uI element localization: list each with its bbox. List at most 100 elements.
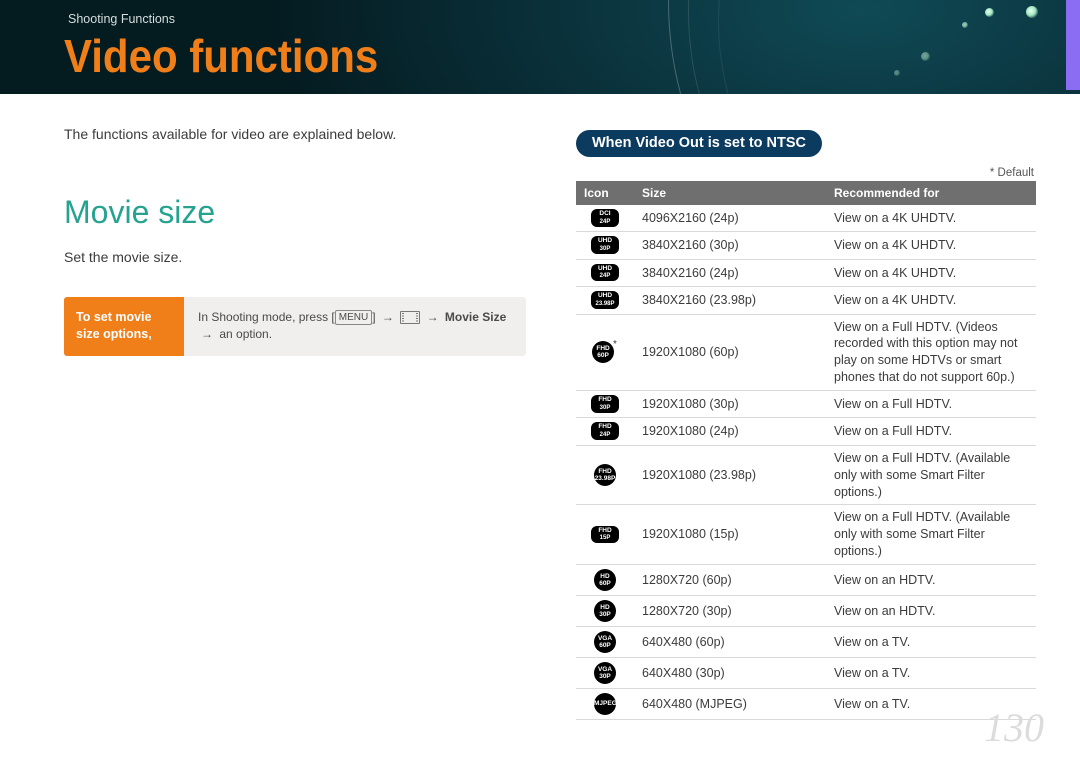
section-heading-movie-size: Movie size — [64, 194, 524, 231]
table-row: FHD 60P*1920X1080 (60p)View on a Full HD… — [576, 314, 1036, 391]
header-band: Shooting Functions Video functions — [0, 0, 1080, 94]
cell-size: 1280X720 (30p) — [634, 596, 826, 627]
resolution-icon: UHD23.98P — [591, 291, 619, 309]
cell-icon: FHD 60P* — [576, 314, 634, 391]
breadcrumb: Shooting Functions — [68, 12, 175, 26]
callout-text: ] — [372, 310, 379, 324]
cell-recommended: View on an HDTV. — [826, 596, 1036, 627]
decorative-dot — [962, 22, 968, 28]
page-number: 130 — [984, 704, 1044, 751]
movie-size-table: Icon Size Recommended for DCI24P 4096X216… — [576, 181, 1036, 720]
cell-icon: FHD30P — [576, 391, 634, 418]
instruction-callout: To set movie size options, In Shooting m… — [64, 297, 526, 356]
cell-size: 640X480 (60p) — [634, 627, 826, 658]
col-header-size: Size — [634, 181, 826, 205]
condition-pill: When Video Out is set to NTSC — [576, 130, 822, 157]
arrow-icon: → — [379, 309, 397, 326]
cell-icon: MJPEG — [576, 689, 634, 720]
cell-icon: DCI24P — [576, 205, 634, 232]
table-row: VGA 30P 640X480 (30p)View on a TV. — [576, 658, 1036, 689]
callout-text: In Shooting mode, press [ — [198, 310, 335, 324]
cell-icon: VGA 30P — [576, 658, 634, 689]
resolution-icon: FHD24P — [591, 422, 619, 440]
resolution-icon: HD 60P — [594, 569, 616, 591]
left-column: The functions available for video are ex… — [64, 126, 524, 356]
callout-label: To set movie size options, — [64, 297, 184, 356]
arrow-icon: → — [198, 326, 216, 343]
resolution-icon: UHD24P — [591, 264, 619, 282]
decorative-dot — [921, 52, 930, 61]
cell-recommended: View on a TV. — [826, 658, 1036, 689]
resolution-icon: FHD30P — [591, 395, 619, 413]
section-subtext: Set the movie size. — [64, 249, 524, 265]
cell-recommended: View on a Full HDTV. (Available only wit… — [826, 505, 1036, 565]
resolution-icon: VGA 60P — [594, 631, 616, 653]
cell-size: 640X480 (30p) — [634, 658, 826, 689]
cell-recommended: View on a Full HDTV. — [826, 418, 1036, 445]
table-row: MJPEG640X480 (MJPEG)View on a TV. — [576, 689, 1036, 720]
table-row: HD 30P 1280X720 (30p)View on an HDTV. — [576, 596, 1036, 627]
cell-icon: UHD30P — [576, 232, 634, 259]
cell-icon: FHD24P — [576, 418, 634, 445]
cell-size: 1920X1080 (24p) — [634, 418, 826, 445]
cell-size: 4096X2160 (24p) — [634, 205, 826, 232]
cell-recommended: View on an HDTV. — [826, 565, 1036, 596]
cell-recommended: View on a 4K UHDTV. — [826, 259, 1036, 286]
decorative-dot — [1026, 6, 1038, 18]
movie-mode-icon — [400, 311, 420, 324]
resolution-icon: FHD15P — [591, 526, 619, 544]
cell-size: 640X480 (MJPEG) — [634, 689, 826, 720]
table-row: FHD 23.98P 1920X1080 (23.98p)View on a Fu… — [576, 445, 1036, 505]
cell-icon: VGA 60P — [576, 627, 634, 658]
arrow-icon: → — [424, 309, 442, 326]
cell-size: 1920X1080 (15p) — [634, 505, 826, 565]
cell-recommended: View on a Full HDTV. (Videos recorded wi… — [826, 314, 1036, 391]
cell-recommended: View on a 4K UHDTV. — [826, 232, 1036, 259]
callout-bold: Movie Size — [445, 310, 506, 324]
resolution-icon: DCI24P — [591, 209, 619, 227]
cell-recommended: View on a TV. — [826, 627, 1036, 658]
table-row: HD 60P 1280X720 (60p)View on an HDTV. — [576, 565, 1036, 596]
cell-size: 3840X2160 (24p) — [634, 259, 826, 286]
col-header-icon: Icon — [576, 181, 634, 205]
callout-text: an option. — [216, 327, 272, 341]
page-title: Video functions — [64, 30, 378, 83]
table-row: UHD24P 3840X2160 (24p)View on a 4K UHDTV. — [576, 259, 1036, 286]
decorative-dot — [894, 70, 900, 76]
default-footnote: * Default — [576, 167, 1034, 179]
cell-recommended: View on a 4K UHDTV. — [826, 205, 1036, 232]
table-row: UHD23.98P 3840X2160 (23.98p)View on a 4K … — [576, 287, 1036, 314]
decorative-dot — [985, 8, 994, 17]
cell-size: 1920X1080 (23.98p) — [634, 445, 826, 505]
cell-icon: FHD 23.98P — [576, 445, 634, 505]
table-row: VGA 60P 640X480 (60p)View on a TV. — [576, 627, 1036, 658]
cell-size: 1280X720 (60p) — [634, 565, 826, 596]
resolution-icon: UHD30P — [591, 236, 619, 254]
cell-size: 1920X1080 (60p) — [634, 314, 826, 391]
section-tab-indicator — [1066, 0, 1080, 90]
cell-icon: UHD23.98P — [576, 287, 634, 314]
cell-recommended: View on a Full HDTV. (Available only wit… — [826, 445, 1036, 505]
default-star-icon: * — [613, 339, 617, 350]
cell-icon: FHD15P — [576, 505, 634, 565]
intro-text: The functions available for video are ex… — [64, 126, 524, 142]
col-header-recommended: Recommended for — [826, 181, 1036, 205]
callout-body: In Shooting mode, press [MENU] → → Movie… — [184, 297, 526, 356]
cell-size: 3840X2160 (23.98p) — [634, 287, 826, 314]
cell-size: 3840X2160 (30p) — [634, 232, 826, 259]
resolution-icon: HD 30P — [594, 600, 616, 622]
cell-icon: HD 60P — [576, 565, 634, 596]
cell-icon: HD 30P — [576, 596, 634, 627]
table-row: UHD30P 3840X2160 (30p)View on a 4K UHDTV. — [576, 232, 1036, 259]
menu-key-icon: MENU — [335, 310, 372, 325]
resolution-icon: MJPEG — [594, 693, 616, 715]
resolution-icon: FHD 60P — [592, 341, 614, 363]
table-row: FHD15P 1920X1080 (15p)View on a Full HDTV… — [576, 505, 1036, 565]
cell-size: 1920X1080 (30p) — [634, 391, 826, 418]
table-row: FHD30P 1920X1080 (30p)View on a Full HDTV… — [576, 391, 1036, 418]
cell-icon: UHD24P — [576, 259, 634, 286]
cell-recommended: View on a 4K UHDTV. — [826, 287, 1036, 314]
resolution-icon: FHD 23.98P — [594, 464, 616, 486]
cell-recommended: View on a Full HDTV. — [826, 391, 1036, 418]
resolution-icon: VGA 30P — [594, 662, 616, 684]
